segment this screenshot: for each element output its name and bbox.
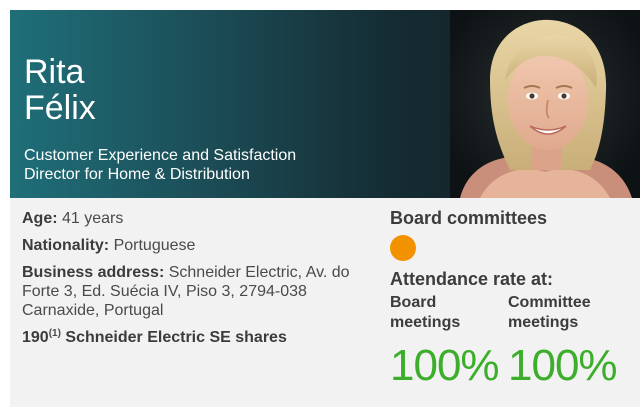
last-name: Félix [24, 89, 96, 127]
board-label-line-1: Board [390, 294, 437, 311]
committee-label-line-2: meetings [508, 314, 579, 331]
board-label-line-2: meetings [390, 314, 461, 331]
role-line-1: Customer Experience and Satisfaction [24, 147, 297, 164]
address-row: Business address: Schneider Electric, Av… [22, 263, 382, 320]
shares-row: 190(1) Schneider Electric SE shares [22, 328, 382, 347]
age-value: 41 years [62, 210, 124, 227]
attendance-columns: Board meetings 100% Committee meetings 1… [390, 293, 640, 389]
role-line-2: Director for Home & Distribution [24, 166, 250, 183]
committee-attendance-value: 100% [508, 341, 618, 390]
details-panel: Age: 41 years Nationality: Portuguese Bu… [10, 198, 640, 407]
nationality-value: Portuguese [113, 237, 196, 254]
shares-footnote: (1) [48, 328, 61, 339]
nationality-label: Nationality: [22, 237, 110, 254]
shares-count: 190 [22, 329, 49, 346]
portrait-photo [450, 10, 640, 198]
board-meetings-column: Board meetings 100% [390, 293, 500, 389]
director-name: Rita Félix [24, 54, 96, 126]
committee-dot-icon [390, 235, 416, 261]
address-label: Business address: [22, 264, 165, 281]
board-meetings-label: Board meetings [390, 293, 500, 333]
director-profile-card: Rita Félix Customer Experience and Satis… [0, 0, 640, 407]
shares-text: Schneider Electric SE shares [65, 329, 287, 346]
director-role: Customer Experience and Satisfaction Dir… [24, 146, 404, 184]
attendance-heading: Attendance rate at: [390, 269, 554, 289]
committee-meetings-label: Committee meetings [508, 293, 638, 333]
governance-info: Board committees Attendance rate at: Boa… [390, 207, 640, 389]
committee-meetings-column: Committee meetings 100% [508, 293, 638, 389]
nationality-row: Nationality: Portuguese [22, 236, 382, 255]
personal-info: Age: 41 years Nationality: Portuguese Bu… [22, 209, 382, 355]
board-attendance-value: 100% [390, 341, 500, 390]
board-committees-heading: Board committees [390, 208, 548, 228]
age-row: Age: 41 years [22, 209, 382, 228]
profile-header: Rita Félix Customer Experience and Satis… [10, 10, 640, 198]
first-name: Rita [24, 53, 85, 91]
committee-label-line-1: Committee [508, 294, 591, 311]
age-label: Age: [22, 210, 58, 227]
